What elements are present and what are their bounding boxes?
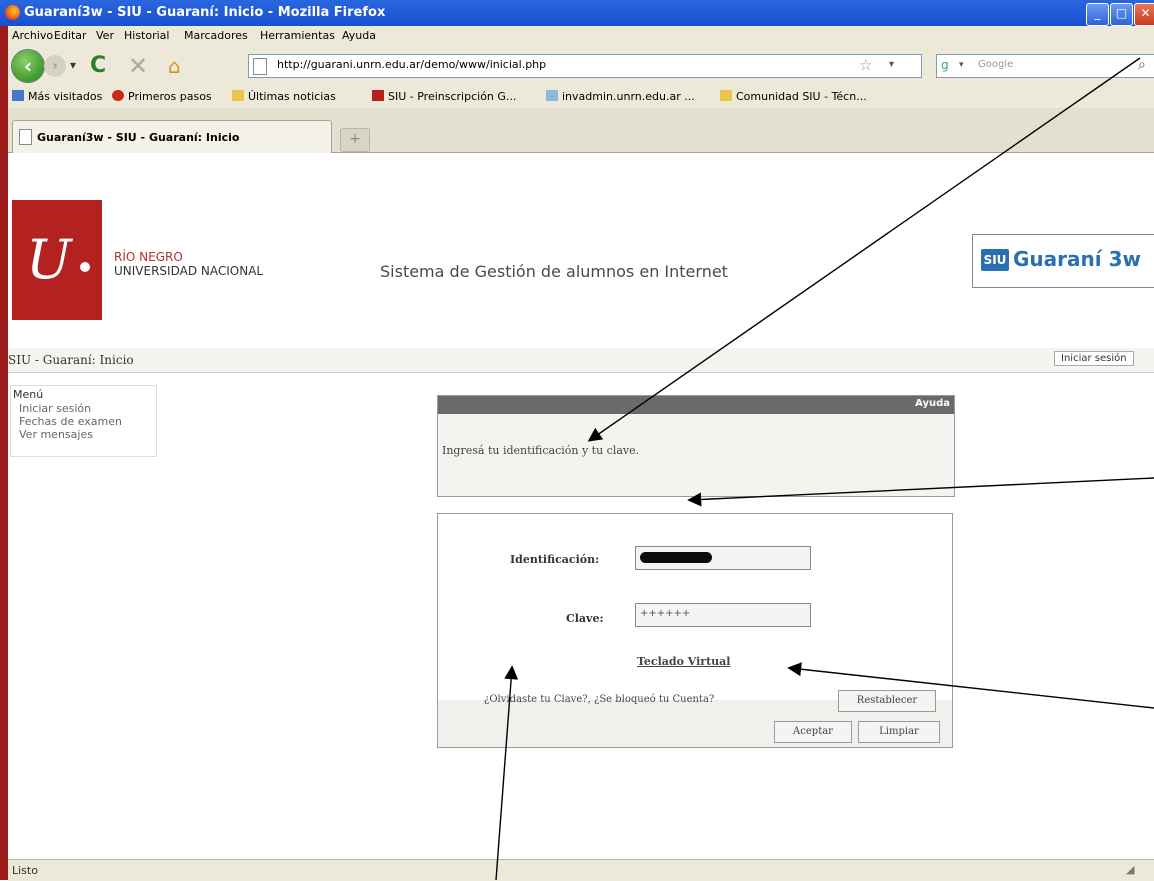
menu-ayuda[interactable]: Ayuda <box>342 29 376 42</box>
bookmark-primeros-pasos[interactable]: Primeros pasos <box>112 90 212 103</box>
url-dropdown-icon[interactable]: ▾ <box>889 59 894 70</box>
forgot-password-text: ¿Olvidaste tu Clave?, ¿Se bloqueó tu Cue… <box>484 694 715 705</box>
bookmark-comunidad-siu[interactable]: Comunidad SIU - Técn... <box>720 90 867 103</box>
breadcrumb-bar: SIU - Guaraní: Inicio Iniciar sesión <box>8 348 1154 373</box>
firefox-bookmark-icon <box>112 90 124 101</box>
users-icon <box>546 90 558 101</box>
reload-icon[interactable]: C <box>90 53 106 78</box>
logo-u-glyph: U <box>26 228 72 291</box>
bookmark-label: Primeros pasos <box>128 90 212 103</box>
clear-button[interactable]: Limpiar <box>858 721 940 743</box>
window-titlebar: Guaraní3w - SIU - Guaraní: Inicio - Mozi… <box>0 0 1154 26</box>
system-title: Sistema de Gestión de alumnos en Interne… <box>380 262 728 281</box>
bookmark-invadmin[interactable]: invadmin.unrn.edu.ar ... <box>546 90 695 103</box>
status-bar: Listo ◢ <box>8 859 1154 881</box>
page-icon <box>19 129 32 145</box>
back-button[interactable]: ‹ <box>12 50 44 82</box>
breadcrumb: SIU - Guaraní: Inicio <box>8 353 134 367</box>
login-form: Identificación: Clave: ++++++ Teclado Vi… <box>437 513 953 748</box>
login-link-button[interactable]: Iniciar sesión <box>1054 351 1134 366</box>
identification-input[interactable] <box>635 546 811 570</box>
page-icon <box>253 58 267 75</box>
menu-item-fechas-examen[interactable]: Fechas de examen <box>19 415 122 428</box>
password-value: ++++++ <box>640 608 691 619</box>
maximize-button[interactable]: □ <box>1110 3 1133 26</box>
history-dropdown-icon[interactable]: ▾ <box>70 58 76 72</box>
url-bar[interactable]: http://guarani.unrn.edu.ar/demo/www/inic… <box>248 54 922 78</box>
password-input[interactable]: ++++++ <box>635 603 811 627</box>
menu-herramientas[interactable]: Herramientas <box>260 29 335 42</box>
menu-ver[interactable]: Ver <box>96 29 114 42</box>
status-text: Listo <box>12 864 38 877</box>
bookmark-siu-preinscripcion[interactable]: SIU - Preinscripción G... <box>372 90 516 103</box>
url-text: http://guarani.unrn.edu.ar/demo/www/inic… <box>277 58 547 71</box>
tab-strip: Guaraní3w - SIU - Guaraní: Inicio + <box>8 108 1154 153</box>
university-name-line1: RÍO NEGRO <box>114 250 183 264</box>
bookmark-star-icon[interactable]: ☆ <box>859 56 872 74</box>
menu-title: Menú <box>13 388 44 401</box>
menu-item-iniciar-sesion[interactable]: Iniciar sesión <box>19 402 91 415</box>
siu-guarani-logo: SIU Guaraní 3w <box>972 234 1154 288</box>
logo-dot <box>80 262 90 272</box>
menu-archivo[interactable]: Archivo <box>12 29 53 42</box>
bookmark-label: Más visitados <box>28 90 103 103</box>
menu-editar[interactable]: Editar <box>54 29 87 42</box>
folder-icon <box>232 90 244 101</box>
tab-label: Guaraní3w - SIU - Guaraní: Inicio <box>37 131 240 144</box>
window-title: Guaraní3w - SIU - Guaraní: Inicio - Mozi… <box>24 5 386 20</box>
university-name-line2: UNIVERSIDAD NACIONAL <box>114 264 264 278</box>
help-header: Ayuda <box>438 396 954 414</box>
siu-badge: SIU <box>981 249 1009 271</box>
menu-historial[interactable]: Historial <box>124 29 169 42</box>
minimize-button[interactable]: _ <box>1086 3 1109 26</box>
chevron-down-icon: ▾ <box>959 60 964 70</box>
google-engine-icon: g <box>941 58 949 72</box>
help-message: Ingresá tu identificación y tu clave. <box>442 444 640 457</box>
redacted-value <box>640 552 712 563</box>
bookmark-mas-visitados[interactable]: Más visitados <box>12 90 102 103</box>
menu-item-ver-mensajes[interactable]: Ver mensajes <box>19 428 93 441</box>
status-icon: ◢ <box>1126 863 1135 876</box>
search-engine-selector[interactable]: g ▾ <box>936 54 974 78</box>
siu-product-name: Guaraní 3w <box>1013 247 1141 271</box>
search-input[interactable]: Google ⌕ <box>972 54 1154 78</box>
bookmark-ultimas-noticias[interactable]: Últimas noticias <box>232 90 336 103</box>
window-left-edge <box>0 0 8 880</box>
menu-bar: Archivo Editar Ver Historial Marcadores … <box>8 26 1154 46</box>
password-label: Clave: <box>566 612 604 625</box>
most-visited-icon <box>12 90 24 101</box>
bookmarks-bar: Más visitados Primeros pasos Últimas not… <box>8 86 1154 109</box>
firefox-logo-icon <box>5 5 20 20</box>
accept-button[interactable]: Aceptar <box>774 721 852 743</box>
bookmark-label: SIU - Preinscripción G... <box>388 90 517 103</box>
siu-bookmark-icon <box>372 90 384 101</box>
home-icon[interactable]: ⌂ <box>168 54 181 78</box>
menu-marcadores[interactable]: Marcadores <box>184 29 248 42</box>
bookmark-label: invadmin.unrn.edu.ar ... <box>562 90 695 103</box>
tab-guarani-inicio[interactable]: Guaraní3w - SIU - Guaraní: Inicio <box>12 120 332 153</box>
side-menu: Menú Iniciar sesión Fechas de examen Ver… <box>10 385 157 457</box>
help-panel: Ayuda Ingresá tu identificación y tu cla… <box>437 395 955 497</box>
university-logo: U <box>12 200 102 320</box>
help-title: Ayuda <box>915 398 950 409</box>
identification-label: Identificación: <box>510 553 600 566</box>
stop-icon[interactable]: ✕ <box>128 52 148 80</box>
new-tab-button[interactable]: + <box>340 128 370 152</box>
forward-button[interactable]: › <box>44 55 66 77</box>
search-icon[interactable]: ⌕ <box>1138 57 1146 73</box>
close-button[interactable]: ✕ <box>1134 3 1154 26</box>
reset-button[interactable]: Restablecer <box>838 690 936 712</box>
navigation-toolbar: ‹ › ▾ C ✕ ⌂ http://guarani.unrn.edu.ar/d… <box>8 46 1154 86</box>
folder-icon <box>720 90 732 101</box>
bookmark-label: Comunidad SIU - Técn... <box>736 90 867 103</box>
search-placeholder: Google <box>978 59 1014 70</box>
bookmark-label: Últimas noticias <box>248 90 336 103</box>
virtual-keyboard-link[interactable]: Teclado Virtual <box>637 655 730 668</box>
